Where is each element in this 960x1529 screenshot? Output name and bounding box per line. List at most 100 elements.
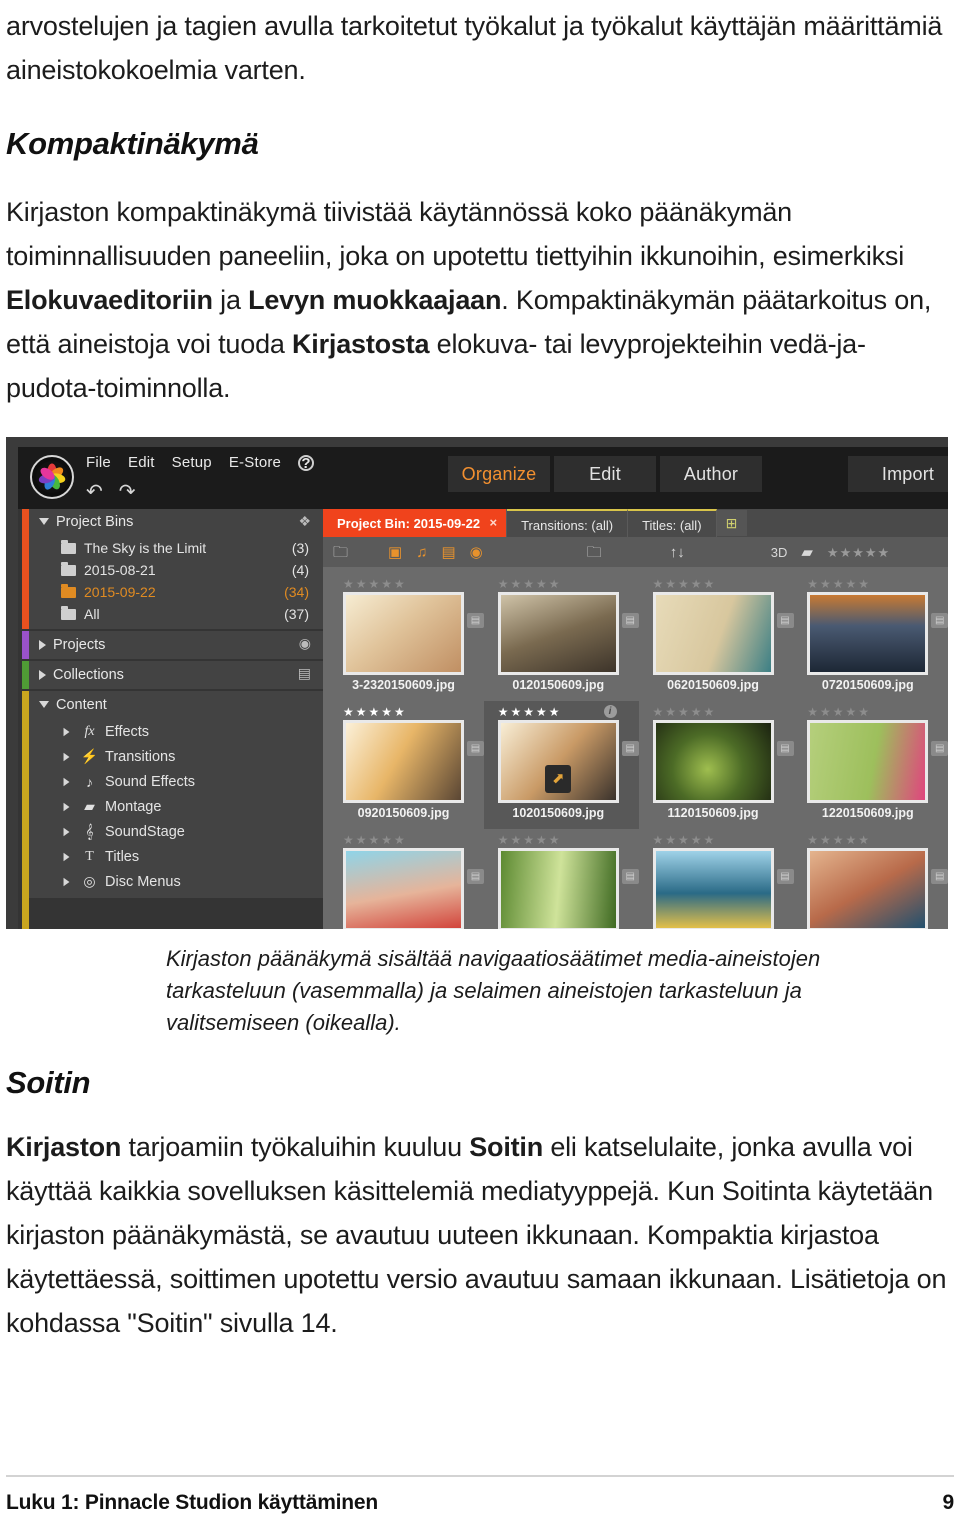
add-to-project-icon[interactable]: ▤ <box>467 613 484 628</box>
rating-stars[interactable]: ★★★★★ <box>498 833 639 848</box>
menu-item-estore[interactable]: E-Store <box>229 454 281 471</box>
group-header-collections[interactable]: Collections ▤ <box>29 661 323 689</box>
thumbnail-image[interactable]: ⬈ <box>497 720 619 803</box>
thumbnail-image[interactable] <box>497 848 619 929</box>
rating-stars[interactable]: ★★★★★ <box>343 705 484 720</box>
new-bin-icon[interactable]: 🗀 <box>333 545 348 560</box>
bin-tab-titles[interactable]: Titles: (all) <box>628 509 717 539</box>
add-to-project-icon[interactable]: ▤ <box>467 869 484 884</box>
thumbnail-image[interactable] <box>652 592 774 675</box>
rating-stars[interactable]: ★★★★★ <box>343 577 484 592</box>
tab-edit[interactable]: Edit <box>554 456 656 492</box>
list-item[interactable]: ★★★★★ ▤ 1520150609.jpg <box>639 829 794 929</box>
rating-stars[interactable]: ★★★★★ <box>653 705 794 720</box>
rating-stars[interactable]: ★★★★★ <box>807 833 948 848</box>
tag-icon[interactable]: ▰ <box>801 545 813 560</box>
thumbnail-image[interactable] <box>807 848 929 929</box>
para-text-c: ja <box>212 285 249 315</box>
list-item[interactable]: 2015-08-21 (4) <box>29 559 323 581</box>
group-label-collections: Collections <box>53 667 124 683</box>
group-header-projects[interactable]: Projects ◉ <box>29 631 323 659</box>
list-item[interactable]: ★★★★★ ▤ 1420150609.jpg <box>484 829 639 929</box>
bin-label: 2015-09-22 <box>84 584 156 600</box>
help-icon[interactable]: ? <box>298 454 315 471</box>
thumbnail-image[interactable] <box>343 848 464 929</box>
list-item[interactable]: ★★★★★ ▤ 1120150609.jpg <box>639 701 794 829</box>
add-to-project-icon[interactable]: ▤ <box>776 869 794 884</box>
list-item-selected[interactable]: 2015-09-22 (34) <box>29 581 323 603</box>
thumbnail-image[interactable] <box>497 592 619 675</box>
sort-icon[interactable]: ↑↓ <box>670 545 685 560</box>
list-item[interactable]: ★★★★★ ▤ 1220150609.jpg <box>793 701 948 829</box>
folder-view-icon[interactable]: 🗀 <box>587 545 602 560</box>
thumbnail-image[interactable] <box>343 592 464 675</box>
redo-icon[interactable]: ↷ <box>119 479 136 504</box>
tab-author[interactable]: Author <box>660 456 762 492</box>
add-to-project-icon[interactable]: ▤ <box>621 869 639 884</box>
tab-organize[interactable]: Organize <box>448 456 550 492</box>
list-item-selected[interactable]: ★★★★★ i ⬈ ▤ 1020150609.jpg <box>483 701 639 829</box>
rating-stars[interactable]: ★★★★★ <box>807 577 948 592</box>
rating-stars[interactable]: ★★★★★ <box>498 577 639 592</box>
filter-video-icon[interactable]: ▣ <box>388 545 402 560</box>
list-item[interactable]: ★★★★★ ▤ 0720150609.jpg <box>793 573 948 701</box>
thumbnail-image[interactable] <box>807 720 929 803</box>
list-item[interactable]: ★★★★★ ▤ 0920150609.jpg <box>329 701 484 829</box>
list-item[interactable]: ★★★★★ ▤ 3-2320150609.jpg <box>329 573 484 701</box>
filter-photo-icon[interactable]: ▤ <box>441 545 455 560</box>
group-header-content[interactable]: Content <box>29 691 323 719</box>
sidebar-item-transitions[interactable]: ⚡ Transitions <box>29 744 323 769</box>
add-to-project-icon[interactable]: ▤ <box>467 741 484 756</box>
thumbnail-image[interactable] <box>807 592 929 675</box>
chevron-right-icon <box>63 752 70 761</box>
thumbnail-image[interactable] <box>652 720 774 803</box>
sidebar-item-label: Disc Menus <box>105 873 181 890</box>
add-collection-icon[interactable]: ▤ <box>298 665 311 682</box>
sidebar-item-titles[interactable]: T Titles <box>29 844 323 869</box>
close-icon[interactable]: × <box>489 515 497 530</box>
thumbnail-image[interactable] <box>652 848 774 929</box>
menu-item-file[interactable]: File <box>86 454 111 471</box>
rating-stars[interactable]: ★★★★★ <box>653 577 794 592</box>
add-to-project-icon[interactable]: ▤ <box>931 741 948 756</box>
sidebar-item-montage[interactable]: ▰ Montage <box>29 794 323 819</box>
filter-audio-icon[interactable]: ♫ <box>416 545 427 560</box>
rating-filter-stars[interactable]: ★★★★★ <box>827 546 890 559</box>
thumbnail-image[interactable] <box>343 720 464 803</box>
treble-clef-icon: 𝄞 <box>85 823 94 839</box>
tab-import[interactable]: Import <box>848 456 948 492</box>
group-header-project-bins[interactable]: Project Bins ❖ <box>29 509 323 535</box>
sidebar-item-disc-menus[interactable]: ◎ Disc Menus <box>29 869 323 894</box>
filter-project-icon[interactable]: ◉ <box>470 545 483 560</box>
add-tab-icon[interactable]: ⊞ <box>716 510 747 536</box>
group-label-projects: Projects <box>53 637 106 653</box>
list-item[interactable]: ★★★★★ ▤ 1320150609.jpg <box>329 829 484 929</box>
list-item[interactable]: ★★★★★ ▤ 0120150609.jpg <box>484 573 639 701</box>
menu-item-setup[interactable]: Setup <box>172 454 212 471</box>
sidebar-item-sound-effects[interactable]: ♪ Sound Effects <box>29 769 323 794</box>
add-to-project-icon[interactable]: ▤ <box>776 613 794 628</box>
add-to-project-icon[interactable]: ▤ <box>776 741 794 756</box>
bin-tab-project-bin[interactable]: Project Bin: 2015-09-22 × <box>323 509 508 537</box>
add-project-icon[interactable]: ◉ <box>299 635 311 652</box>
rating-stars[interactable]: ★★★★★ <box>343 833 484 848</box>
list-item[interactable]: ★★★★★ ▤ 1620150609.jpg <box>793 829 948 929</box>
add-to-project-icon[interactable]: ▤ <box>931 869 948 884</box>
undo-icon[interactable]: ↶ <box>86 479 103 504</box>
add-to-project-icon[interactable]: ▤ <box>621 741 639 756</box>
three-d-toggle[interactable]: 3D <box>771 546 788 559</box>
rating-stars[interactable]: ★★★★★ <box>498 705 639 720</box>
info-icon[interactable]: i <box>603 705 617 718</box>
add-to-project-icon[interactable]: ▤ <box>931 613 948 628</box>
add-to-project-icon[interactable]: ▤ <box>621 613 639 628</box>
bin-tab-transitions[interactable]: Transitions: (all) <box>507 509 629 539</box>
sidebar-item-effects[interactable]: fx Effects <box>29 719 323 744</box>
add-bin-icon[interactable]: ❖ <box>298 513 311 530</box>
list-item[interactable]: All (37) <box>29 603 323 625</box>
menu-item-edit[interactable]: Edit <box>128 454 155 471</box>
sidebar-item-soundstage[interactable]: 𝄞 SoundStage <box>29 819 323 844</box>
list-item[interactable]: ★★★★★ ▤ 0620150609.jpg <box>639 573 794 701</box>
rating-stars[interactable]: ★★★★★ <box>807 705 948 720</box>
rating-stars[interactable]: ★★★★★ <box>653 833 794 848</box>
list-item[interactable]: The Sky is the Limit (3) <box>29 537 323 559</box>
